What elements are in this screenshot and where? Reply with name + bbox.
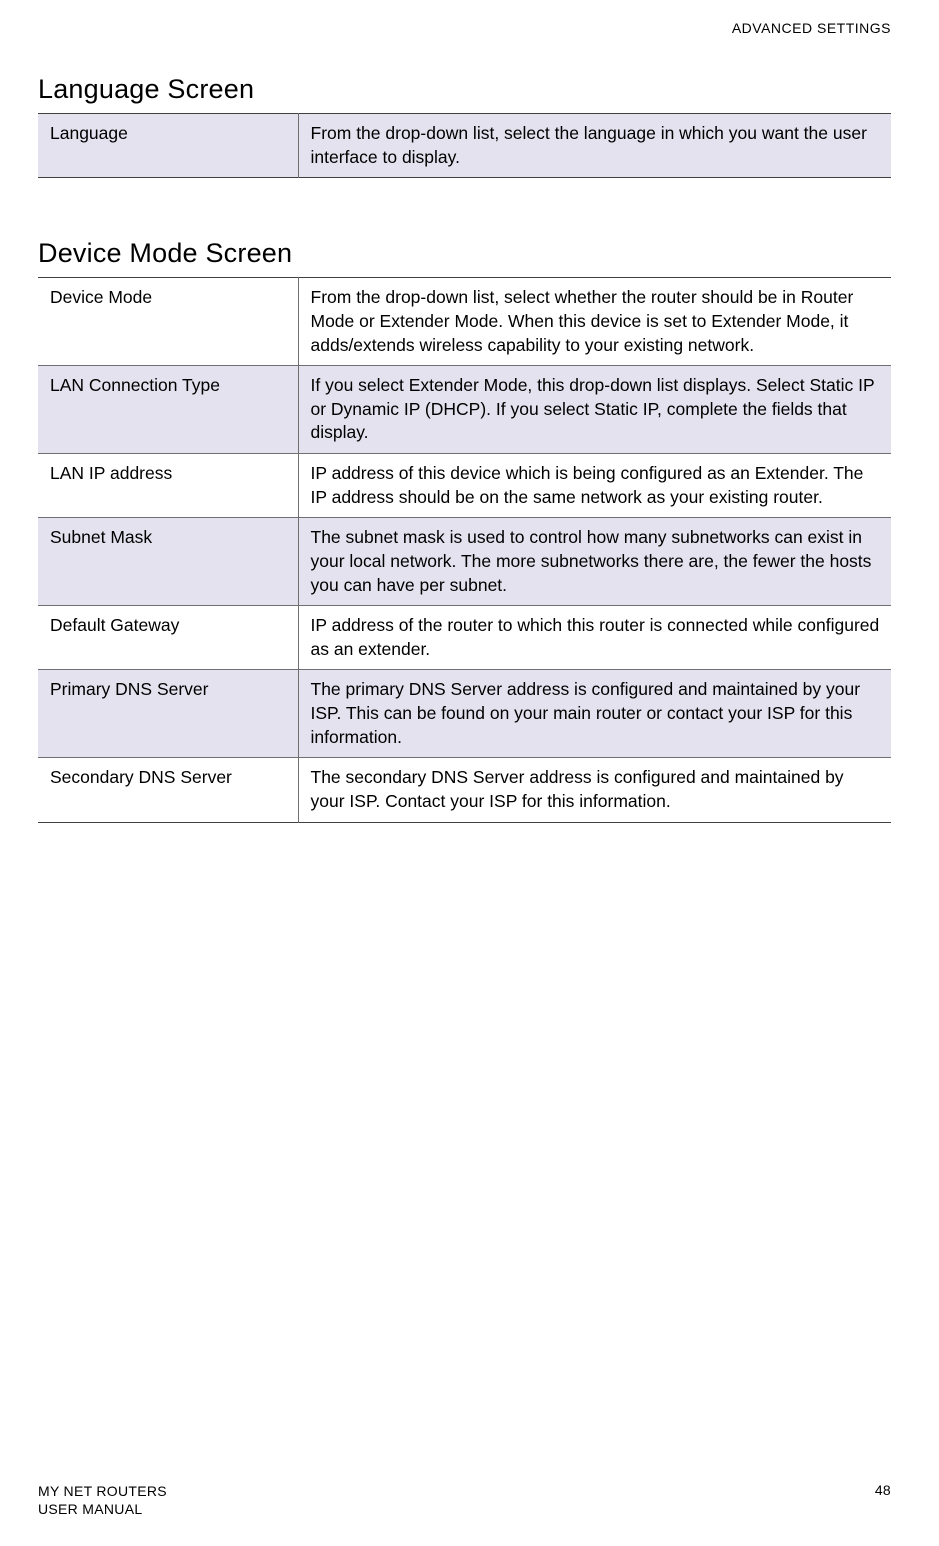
- row-description: The primary DNS Server address is config…: [298, 670, 891, 758]
- row-label: Default Gateway: [38, 606, 298, 670]
- table-row: Device ModeFrom the drop-down list, sele…: [38, 278, 891, 366]
- footer-title-line1: MY NET ROUTERS: [38, 1482, 167, 1500]
- table-row: LAN IP addressIP address of this device …: [38, 454, 891, 518]
- row-label: LAN IP address: [38, 454, 298, 518]
- row-label: Primary DNS Server: [38, 670, 298, 758]
- section-block: Language Screen LanguageFrom the drop-dow…: [38, 74, 891, 178]
- section-block: Device Mode Screen Device ModeFrom the dr…: [38, 238, 891, 822]
- footer-title-line2: USER MANUAL: [38, 1500, 167, 1518]
- row-description: From the drop-down list, select whether …: [298, 278, 891, 366]
- row-description: If you select Extender Mode, this drop-d…: [298, 366, 891, 454]
- description-table: LanguageFrom the drop-down list, select …: [38, 113, 891, 178]
- page-number: 48: [875, 1482, 891, 1498]
- row-description: IP address of this device which is being…: [298, 454, 891, 518]
- section-heading: Language Screen: [38, 74, 891, 105]
- row-label: LAN Connection Type: [38, 366, 298, 454]
- page-footer: MY NET ROUTERS USER MANUAL 48: [38, 1482, 891, 1518]
- row-label: Device Mode: [38, 278, 298, 366]
- table-row: LanguageFrom the drop-down list, select …: [38, 114, 891, 178]
- section-heading: Device Mode Screen: [38, 238, 891, 269]
- row-label: Secondary DNS Server: [38, 758, 298, 822]
- row-label: Subnet Mask: [38, 518, 298, 606]
- table-row: Default GatewayIP address of the router …: [38, 606, 891, 670]
- description-table: Device ModeFrom the drop-down list, sele…: [38, 277, 891, 822]
- row-description: From the drop-down list, select the lang…: [298, 114, 891, 178]
- row-label: Language: [38, 114, 298, 178]
- table-row: Subnet MaskThe subnet mask is used to co…: [38, 518, 891, 606]
- row-description: The subnet mask is used to control how m…: [298, 518, 891, 606]
- table-row: Secondary DNS ServerThe secondary DNS Se…: [38, 758, 891, 822]
- table-row: Primary DNS ServerThe primary DNS Server…: [38, 670, 891, 758]
- row-description: IP address of the router to which this r…: [298, 606, 891, 670]
- table-row: LAN Connection TypeIf you select Extende…: [38, 366, 891, 454]
- page-header-section: ADVANCED SETTINGS: [38, 20, 891, 36]
- row-description: The secondary DNS Server address is conf…: [298, 758, 891, 822]
